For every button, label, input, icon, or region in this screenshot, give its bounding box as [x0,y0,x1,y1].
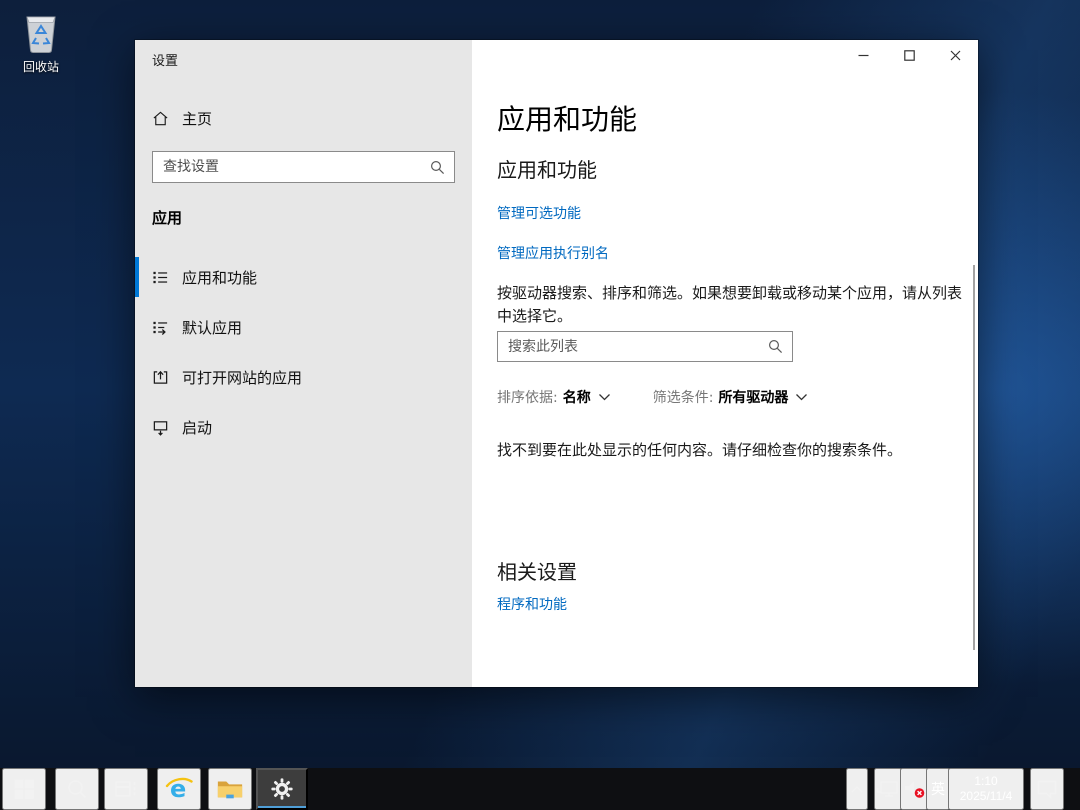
task-view-icon [115,781,136,797]
start-button[interactable] [2,768,46,810]
home-label: 主页 [182,109,213,128]
sidebar-item-label: 可打开网站的应用 [182,368,303,387]
sidebar-item-label: 启动 [182,418,213,437]
sidebar-section-header: 应用 [152,209,183,227]
tray-expand-button[interactable] [846,768,868,810]
manage-app-aliases-link[interactable]: 管理应用执行别名 [497,243,609,263]
sidebar-item-startup[interactable]: 启动 [135,402,472,452]
sort-dropdown[interactable]: 名称 [563,387,591,407]
search-icon[interactable] [768,339,783,354]
action-center-button[interactable] [1030,768,1064,810]
settings-taskbar-button[interactable] [256,768,308,810]
volume-muted-icon [905,781,925,798]
settings-window: 设置 主页 应用 [135,40,978,687]
taskbar-search-button[interactable] [55,768,99,810]
manage-optional-features-link[interactable]: 管理可选功能 [497,203,581,223]
settings-search-box [152,151,455,183]
chevron-down-icon[interactable] [598,393,611,402]
programs-and-features-link[interactable]: 程序和功能 [497,594,567,614]
ime-indicator-label: 英 [931,781,945,797]
apps-features-pane: 应用和功能 应用和功能 管理可选功能 管理应用执行别名 按驱动器搜索、排序和筛选… [472,40,978,687]
sidebar-item-home[interactable]: 主页 [135,102,472,134]
sidebar-item-default-apps[interactable]: 默认应用 [135,302,472,352]
app-list-search-input[interactable] [498,332,768,361]
vertical-scrollbar[interactable] [973,265,975,650]
window-title: 设置 [152,54,179,69]
internet-explorer-button[interactable]: e [157,768,201,810]
sidebar-nav: 应用和功能 默认应用 可打开网站的应用 启动 [135,252,472,452]
empty-results-message: 找不到要在此处显示的任何内容。请仔细检查你的搜索条件。 [497,441,903,459]
recycle-bin-shortcut[interactable]: 回收站 [8,8,74,75]
chevron-down-icon[interactable] [795,393,808,402]
sort-label: 排序依据: [497,390,558,406]
sidebar-item-apps-features[interactable]: 应用和功能 [135,252,472,302]
page-title: 应用和功能 [497,103,638,136]
apps-features-icon [153,271,168,283]
default-apps-icon [153,321,168,335]
filter-dropdown[interactable]: 所有驱动器 [718,387,788,407]
settings-search-input[interactable] [153,152,430,182]
action-center-icon [1037,780,1057,799]
maximize-icon [903,49,915,61]
search-icon[interactable] [430,160,445,175]
ime-indicator-button[interactable]: 英 [926,768,950,810]
startup-icon [153,420,168,436]
recycle-bin-label: 回收站 [22,60,59,74]
internet-explorer-icon: e [165,775,193,803]
desktop[interactable]: 回收站 设置 主页 查找设置 应用 应用和功能 默认应用 可打开网站的应用 启动… [0,0,1080,810]
minimize-icon [858,54,868,56]
sidebar-item-label: 默认应用 [182,318,243,337]
filter-label: 筛选条件: [652,390,714,406]
close-icon [950,50,960,60]
minimize-button[interactable] [840,40,886,70]
taskbar: e 英 1:10 2025/11/4 [0,768,1080,810]
recycle-bin-icon [26,16,56,53]
clock-tray-button[interactable]: 1:10 2025/11/4 [948,768,1024,810]
apps-description: 按驱动器搜索、排序和筛选。如果想要卸载或移动某个应用，请从列表中选择它。 [497,284,963,325]
maximize-button[interactable] [886,40,932,70]
sidebar-item-label: 应用和功能 [182,268,258,287]
sort-filter-row: 排序依据: 名称 筛选条件: 所有驱动器 [497,387,808,407]
clock-time: 1:10 [974,774,998,788]
clock-date: 2025/11/4 [959,789,1013,803]
file-explorer-button[interactable] [208,768,252,810]
selected-indicator [135,257,139,297]
related-settings-title: 相关设置 [497,560,577,584]
close-button[interactable] [932,40,978,70]
sidebar-item-apps-for-websites[interactable]: 可打开网站的应用 [135,352,472,402]
volume-tray-button[interactable] [900,768,928,810]
search-icon [68,780,87,799]
chevron-up-icon [851,786,863,793]
network-tray-button[interactable] [874,768,902,810]
settings-sidebar: 设置 主页 应用 [135,40,472,687]
apps-for-websites-icon [153,370,168,384]
task-view-button[interactable] [104,768,148,810]
ethernet-network-icon [876,781,898,797]
home-icon [153,111,168,125]
app-list-search-box [497,331,793,362]
windows-logo-icon [14,779,34,799]
file-explorer-icon [217,781,243,799]
window-caption [840,40,978,70]
section-title: 应用和功能 [497,158,597,182]
gear-icon [271,778,293,800]
